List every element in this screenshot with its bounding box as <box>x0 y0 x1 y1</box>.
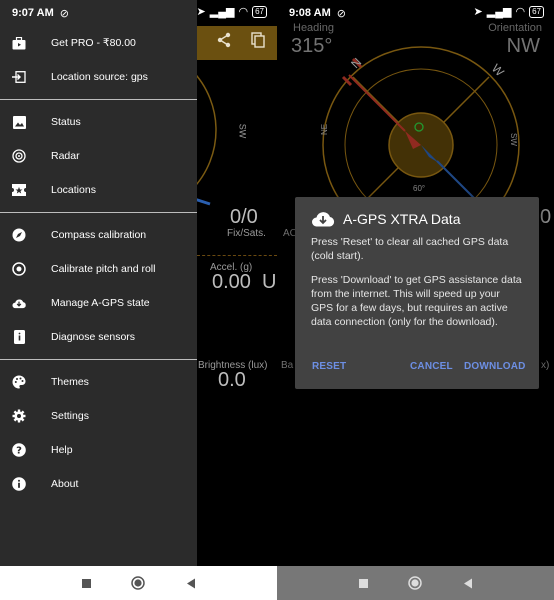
status-time: 9:08 AM <box>289 7 331 19</box>
recents-button[interactable] <box>354 574 372 592</box>
drawer-label: About <box>51 478 79 490</box>
drawer-item-about[interactable]: About <box>0 467 197 501</box>
dialog-paragraph-download: Press 'Download' to get GPS assistance d… <box>311 274 522 328</box>
drawer-item-help[interactable]: ? Help <box>0 433 197 467</box>
drawer-item-compass-calibration[interactable]: Compass calibration <box>0 218 197 252</box>
left-phone-screen: SW 0/0 Fix/Sats. Accel. (g) 0.00 U Brigh… <box>0 0 277 600</box>
agps-dialog: A-GPS XTRA Data Press 'Reset' to clear a… <box>295 197 539 389</box>
drawer-label: Help <box>51 444 73 456</box>
drawer-divider <box>0 212 197 213</box>
right-phone-screen: 9:08 AM ⊘ ➤ ▂▄▆ ◠ 67 Heading 315° Orient… <box>277 0 554 600</box>
accel-value: 0.00 <box>212 271 251 293</box>
drawer-item-locations[interactable]: Locations <box>0 173 197 207</box>
login-arrow-icon <box>12 70 26 84</box>
location-icon: ➤ <box>473 6 483 18</box>
status-time: 9:07 AM <box>12 7 54 19</box>
back-button[interactable] <box>459 574 477 592</box>
signal-icon: ▂▄▆ <box>486 6 512 18</box>
drawer-label: Compass calibration <box>51 229 147 241</box>
wifi-icon: ◠ <box>515 6 526 18</box>
drawer-label: Settings <box>51 410 89 422</box>
radar-icon <box>12 149 26 163</box>
help-icon: ? <box>12 443 26 457</box>
drawer-label: Location source: gps <box>51 71 148 83</box>
image-icon <box>12 115 26 129</box>
status-bar: 9:08 AM ⊘ ➤ ▂▄▆ ◠ 67 <box>277 0 554 26</box>
drawer-label: Locations <box>51 184 96 196</box>
dialog-title: A-GPS XTRA Data <box>343 211 461 227</box>
dnd-icon: ⊘ <box>59 7 69 20</box>
drawer-label: Themes <box>51 376 89 388</box>
sats-label: Fix/Sats. <box>227 228 266 239</box>
drawer-divider <box>0 99 197 100</box>
brightness-value: 0.0 <box>218 369 246 391</box>
dnd-icon: ⊘ <box>336 7 346 20</box>
drawer-label: Manage A-GPS state <box>51 297 150 309</box>
sats-value: 0/0 <box>230 206 258 228</box>
status-icons: ➤ ▂▄▆ ◠ 67 <box>474 5 544 18</box>
drawer-item-status[interactable]: Status <box>0 105 197 139</box>
status-icons: ➤ ▂▄▆ ◠ 67 <box>197 5 267 18</box>
info-icon <box>12 477 26 491</box>
drawer-item-themes[interactable]: Themes <box>0 365 197 399</box>
battery-icon: 67 <box>529 5 544 18</box>
gear-icon <box>12 409 26 423</box>
copy-icon[interactable] <box>247 32 269 54</box>
drawer-label: Diagnose sensors <box>51 331 136 343</box>
drawer-label: Status <box>51 116 81 128</box>
divider <box>197 255 277 256</box>
cloud-download-icon <box>311 211 335 227</box>
drawer-item-diagnose-sensors[interactable]: Diagnose sensors <box>0 320 197 354</box>
dialog-paragraph-reset: Press 'Reset' to clear all cached GPS da… <box>311 236 509 262</box>
dialog-title-row: A-GPS XTRA Data <box>311 211 523 227</box>
wifi-icon: ◠ <box>238 6 249 18</box>
reset-button[interactable]: RESET <box>312 361 346 372</box>
drawer-item-settings[interactable]: Settings <box>0 399 197 433</box>
battery-icon: 67 <box>252 5 267 18</box>
svg-text:?: ? <box>16 446 22 457</box>
palette-icon <box>12 375 26 389</box>
drawer-item-radar[interactable]: Radar <box>0 139 197 173</box>
u-fragment: U <box>262 271 277 293</box>
drawer-label: Calibrate pitch and roll <box>51 263 156 275</box>
home-button[interactable] <box>129 574 147 592</box>
drawer-item-location-source[interactable]: Location source: gps <box>0 60 197 94</box>
home-button[interactable] <box>406 574 424 592</box>
cancel-button[interactable]: CANCEL <box>410 361 453 372</box>
navigation-drawer: Get PRO - ₹80.00 Location source: gps St… <box>0 0 197 566</box>
system-nav-bar <box>277 566 554 600</box>
share-icon[interactable] <box>213 32 235 54</box>
drawer-divider <box>0 359 197 360</box>
compass-sw-label: SW <box>237 123 248 139</box>
drawer-label: Get PRO - ₹80.00 <box>51 37 136 49</box>
drawer-item-get-pro[interactable]: Get PRO - ₹80.00 <box>0 26 197 60</box>
drawer-item-manage-agps[interactable]: Manage A-GPS state <box>0 286 197 320</box>
download-button[interactable]: DOWNLOAD <box>464 361 526 372</box>
compass-icon <box>12 228 26 242</box>
dialog-actions: RESET CANCEL DOWNLOAD <box>295 361 539 375</box>
status-bar: 9:07 AM ⊘ ➤ ▂▄▆ ◠ 67 <box>0 0 277 26</box>
briefcase-icon <box>12 36 26 50</box>
target-icon <box>12 262 26 276</box>
recents-button[interactable] <box>77 574 95 592</box>
app-toolbar <box>197 26 277 60</box>
star-ticket-icon <box>12 183 26 197</box>
back-button[interactable] <box>182 574 200 592</box>
location-icon: ➤ <box>196 6 206 18</box>
device-info-icon <box>12 330 26 344</box>
drawer-item-calibrate-pitch-roll[interactable]: Calibrate pitch and roll <box>0 252 197 286</box>
drawer-label: Radar <box>51 150 80 162</box>
signal-icon: ▂▄▆ <box>209 6 235 18</box>
cloud-download-icon <box>12 296 26 310</box>
system-nav-bar <box>0 566 277 600</box>
